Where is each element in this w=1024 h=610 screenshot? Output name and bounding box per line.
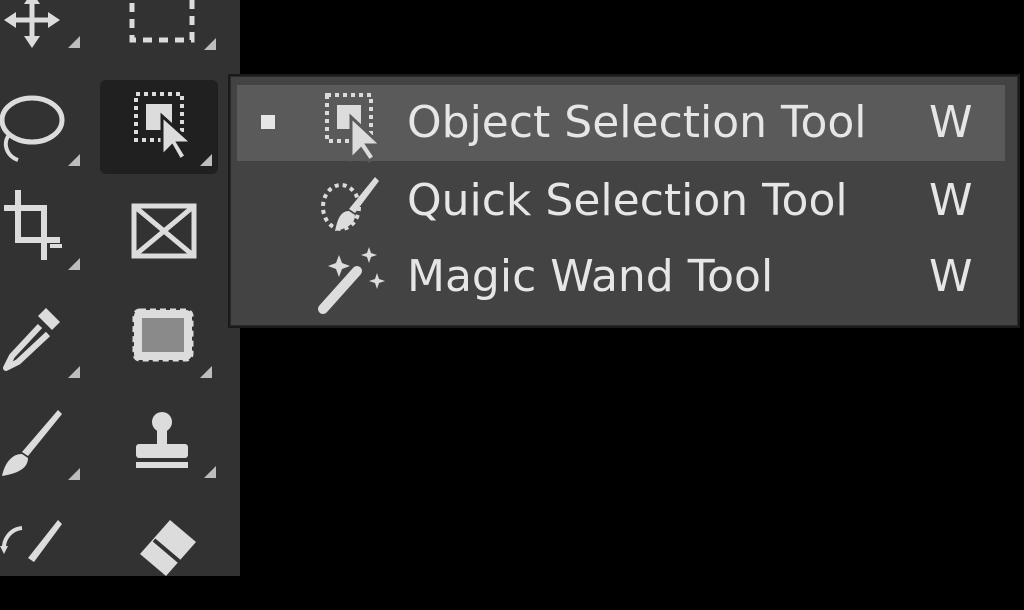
menu-item-label: Magic Wand Tool	[407, 251, 774, 302]
spot-healing-icon	[132, 308, 212, 378]
rectangular-marquee-icon	[129, 0, 216, 50]
menu-item-quick-selection[interactable]: Quick Selection Tool W	[237, 163, 1005, 239]
move-icon	[4, 0, 80, 48]
menu-item-label: Quick Selection Tool	[407, 175, 848, 226]
eraser-icon	[140, 520, 196, 576]
magic-wand-icon	[318, 247, 385, 314]
object-selection-icon	[134, 92, 212, 166]
clone-stamp-icon	[136, 412, 216, 478]
frame-icon	[131, 203, 197, 259]
eraser-tool[interactable]	[120, 510, 230, 610]
quick-selection-icon	[321, 177, 379, 231]
menu-item-shortcut: W	[929, 97, 973, 148]
crop-icon	[4, 190, 80, 270]
selection-tools-flyout: Object Selection Tool W Quick Selection …	[230, 76, 1018, 326]
menu-item-shortcut: W	[929, 251, 973, 302]
brush-tool[interactable]	[0, 400, 110, 500]
menu-item-label: Object Selection Tool	[407, 97, 867, 148]
eyedropper-icon	[3, 308, 80, 378]
object-selection-icon	[325, 93, 385, 164]
spot-healing-tool[interactable]	[120, 300, 230, 400]
history-brush-tool[interactable]	[0, 510, 110, 610]
menu-item-shortcut: W	[929, 175, 973, 226]
tools-panel	[0, 0, 240, 576]
object-selection-tool[interactable]	[100, 80, 218, 180]
brush-icon	[2, 410, 80, 480]
lasso-icon	[0, 95, 80, 166]
eyedropper-tool[interactable]	[0, 300, 110, 400]
menu-item-magic-wand[interactable]: Magic Wand Tool W	[237, 239, 1005, 315]
menu-item-object-selection[interactable]: Object Selection Tool W	[237, 85, 1005, 164]
frame-tool[interactable]	[120, 190, 230, 290]
current-tool-bullet	[261, 115, 275, 129]
lasso-tool[interactable]	[0, 80, 110, 180]
history-brush-icon	[0, 520, 62, 562]
crop-tool[interactable]	[0, 190, 110, 290]
clone-stamp-tool[interactable]	[120, 400, 230, 500]
